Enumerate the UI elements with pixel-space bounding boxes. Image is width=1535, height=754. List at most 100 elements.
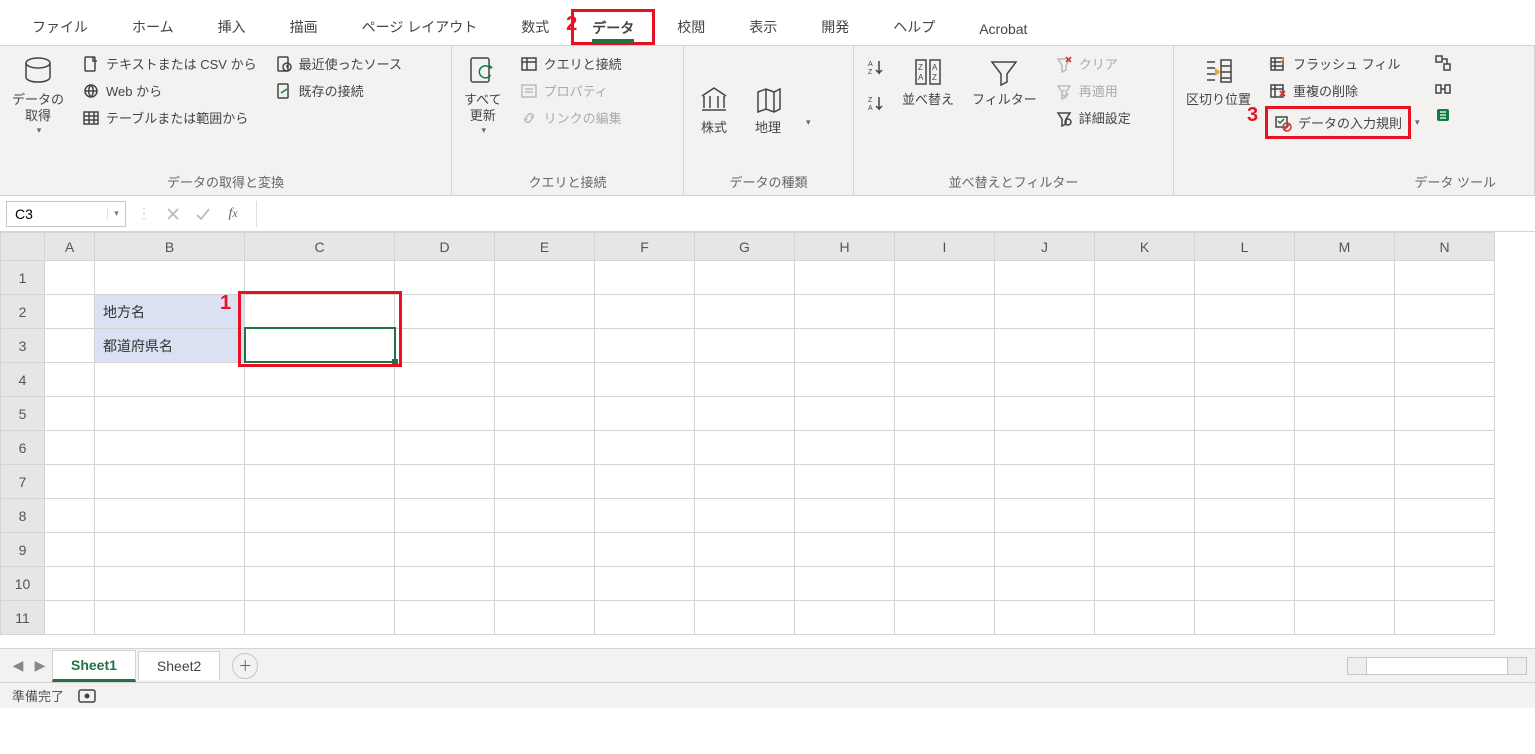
row-header[interactable]: 5	[1, 397, 45, 431]
existing-conn-button[interactable]: 既存の接続	[271, 79, 406, 102]
cell[interactable]	[695, 261, 795, 295]
cell[interactable]	[895, 499, 995, 533]
sheet-tab-1[interactable]: Sheet1	[52, 650, 136, 682]
cell[interactable]: 都道府県名	[95, 329, 245, 363]
cell[interactable]	[245, 363, 395, 397]
name-box-dropdown[interactable]: ▾	[107, 208, 125, 219]
cell[interactable]	[895, 465, 995, 499]
cell[interactable]	[395, 431, 495, 465]
get-data-button[interactable]: データの 取得 ▾	[8, 50, 68, 140]
cell[interactable]	[45, 363, 95, 397]
cell[interactable]	[1095, 601, 1195, 635]
cell[interactable]	[1095, 533, 1195, 567]
cell[interactable]	[895, 397, 995, 431]
cell[interactable]	[95, 397, 245, 431]
cell[interactable]	[495, 499, 595, 533]
cell[interactable]	[245, 601, 395, 635]
cell[interactable]	[695, 465, 795, 499]
cell[interactable]	[95, 465, 245, 499]
cell[interactable]	[1095, 465, 1195, 499]
row-header[interactable]: 7	[1, 465, 45, 499]
cell[interactable]	[45, 329, 95, 363]
cell[interactable]	[495, 533, 595, 567]
cell[interactable]	[1195, 533, 1295, 567]
cell[interactable]	[1195, 431, 1295, 465]
flash-fill-button[interactable]: フラッシュ フィル	[1265, 52, 1420, 75]
row-header[interactable]: 10	[1, 567, 45, 601]
cell[interactable]	[495, 431, 595, 465]
row-header[interactable]: 4	[1, 363, 45, 397]
cell[interactable]	[1395, 295, 1495, 329]
cell[interactable]	[995, 533, 1095, 567]
cell[interactable]	[595, 431, 695, 465]
cell[interactable]	[95, 363, 245, 397]
cell[interactable]	[245, 431, 395, 465]
cell[interactable]	[1295, 465, 1395, 499]
cell[interactable]	[395, 363, 495, 397]
cell[interactable]	[1095, 261, 1195, 295]
cell[interactable]	[595, 295, 695, 329]
cell[interactable]	[695, 363, 795, 397]
col-header[interactable]: J	[995, 233, 1095, 261]
cell[interactable]	[395, 397, 495, 431]
add-sheet-button[interactable]: ＋	[232, 653, 258, 679]
cell[interactable]	[245, 465, 395, 499]
cell[interactable]	[245, 499, 395, 533]
tab-formula[interactable]: 数式 2	[499, 7, 571, 45]
cell[interactable]	[1295, 329, 1395, 363]
cell[interactable]	[1195, 567, 1295, 601]
cell[interactable]	[695, 329, 795, 363]
tab-home[interactable]: ホーム	[110, 7, 196, 45]
cell[interactable]	[795, 465, 895, 499]
cell[interactable]	[495, 261, 595, 295]
relationships-button[interactable]	[1430, 78, 1456, 100]
col-header[interactable]: H	[795, 233, 895, 261]
cell[interactable]	[245, 533, 395, 567]
formula-input[interactable]	[256, 201, 1529, 227]
cell[interactable]	[1395, 363, 1495, 397]
cell[interactable]	[795, 261, 895, 295]
cell[interactable]	[995, 397, 1095, 431]
from-table-button[interactable]: テーブルまたは範囲から	[78, 106, 261, 129]
filter-button[interactable]: フィルター	[968, 50, 1041, 112]
cell[interactable]	[1395, 261, 1495, 295]
cell[interactable]	[595, 567, 695, 601]
sheet-tab-2[interactable]: Sheet2	[138, 651, 220, 680]
cell[interactable]	[995, 329, 1095, 363]
tab-dev[interactable]: 開発	[799, 7, 871, 45]
cell[interactable]	[795, 567, 895, 601]
cell[interactable]	[595, 465, 695, 499]
cell[interactable]	[395, 329, 495, 363]
tab-review[interactable]: 校閲	[655, 7, 727, 45]
cell[interactable]	[995, 601, 1095, 635]
row-header[interactable]: 3	[1, 329, 45, 363]
col-header[interactable]: D	[395, 233, 495, 261]
col-header[interactable]: G	[695, 233, 795, 261]
tab-file[interactable]: ファイル	[10, 7, 110, 45]
cell[interactable]	[995, 465, 1095, 499]
cell[interactable]	[395, 601, 495, 635]
cell[interactable]	[495, 397, 595, 431]
cell[interactable]	[1295, 601, 1395, 635]
cell-reference-input[interactable]	[7, 206, 107, 222]
tab-insert[interactable]: 挿入	[196, 7, 268, 45]
cell[interactable]	[995, 261, 1095, 295]
cell[interactable]	[395, 261, 495, 295]
col-header[interactable]: N	[1395, 233, 1495, 261]
cell[interactable]	[895, 567, 995, 601]
cell[interactable]	[595, 397, 695, 431]
tab-help[interactable]: ヘルプ	[871, 7, 957, 45]
cell[interactable]	[1095, 431, 1195, 465]
macro-recording-icon[interactable]	[78, 689, 96, 703]
cell[interactable]	[95, 567, 245, 601]
cell[interactable]	[45, 431, 95, 465]
sort-za-button[interactable]: ZA	[862, 92, 888, 114]
cell[interactable]	[995, 499, 1095, 533]
cell[interactable]	[1095, 567, 1195, 601]
refresh-all-button[interactable]: すべて 更新 ▾	[460, 50, 506, 140]
cell[interactable]	[395, 295, 495, 329]
cell[interactable]	[1095, 397, 1195, 431]
cell[interactable]	[1395, 499, 1495, 533]
cell[interactable]	[495, 295, 595, 329]
cell[interactable]	[595, 499, 695, 533]
